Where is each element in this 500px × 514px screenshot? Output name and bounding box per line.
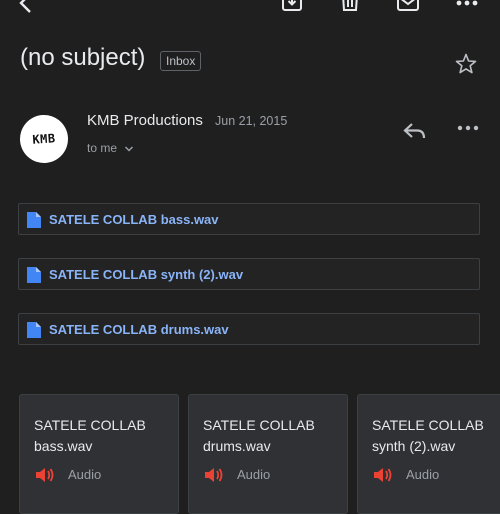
attachment-card-title: SATELE COLLAB (372, 417, 484, 433)
attachment-link[interactable]: SATELE COLLAB synth (2).wav (18, 258, 480, 290)
file-icon (27, 267, 41, 288)
email-date: Jun 21, 2015 (215, 114, 288, 128)
star-icon[interactable] (454, 52, 478, 81)
attachment-filename: SATELE COLLAB drums.wav (49, 322, 229, 337)
attachment-type-label: Audio (68, 467, 102, 482)
attachment-card-title: SATELE COLLAB (34, 417, 146, 433)
more-icon[interactable] (454, 0, 480, 21)
inbox-label-badge[interactable]: Inbox (160, 51, 202, 71)
recipient-details-toggle[interactable]: to me (87, 141, 134, 156)
file-icon (27, 212, 41, 233)
chevron-down-icon (124, 142, 134, 156)
archive-icon[interactable] (280, 0, 304, 21)
attachment-link[interactable]: SATELE COLLAB drums.wav (18, 313, 480, 345)
email-subject: (no subject) (20, 44, 146, 71)
delete-icon[interactable] (338, 0, 362, 21)
attachment-filename: SATELE COLLAB synth (2).wav (49, 267, 244, 282)
attachment-card-filename: synth (2).wav (372, 438, 456, 454)
sender-name[interactable]: KMB Productions (87, 112, 203, 129)
attachment-card-filename: bass.wav (34, 438, 93, 454)
audio-icon (373, 466, 393, 489)
reply-icon[interactable] (402, 120, 428, 147)
audio-icon (204, 466, 224, 489)
back-icon[interactable] (14, 0, 38, 21)
subject-row: (no subject) Inbox (20, 44, 490, 74)
mark-unread-icon[interactable] (396, 0, 420, 21)
attachment-link[interactable]: SATELE COLLAB bass.wav (18, 203, 480, 235)
avatar-text: KMB (31, 131, 57, 147)
attachment-type-label: Audio (406, 467, 440, 482)
recipient-text: to me (87, 141, 118, 155)
avatar[interactable]: KMB (18, 113, 70, 165)
top-toolbar (0, 0, 500, 22)
attachment-card-title: SATELE COLLAB (203, 417, 315, 433)
attachment-card[interactable]: SATELE COLLAB bass.wav Audio (19, 394, 179, 514)
audio-icon (35, 466, 55, 489)
attachment-filename: SATELE COLLAB bass.wav (49, 212, 219, 227)
more-options-icon[interactable] (457, 118, 479, 143)
attachment-card[interactable]: SATELE COLLAB synth (2).wav Audio (357, 394, 500, 514)
attachment-type-label: Audio (237, 467, 271, 482)
attachment-card-filename: drums.wav (203, 438, 271, 454)
file-icon (27, 322, 41, 343)
sender-header: KMB KMB Productions Jun 21, 2015 to me (18, 112, 490, 172)
attachment-card[interactable]: SATELE COLLAB drums.wav Audio (188, 394, 348, 514)
